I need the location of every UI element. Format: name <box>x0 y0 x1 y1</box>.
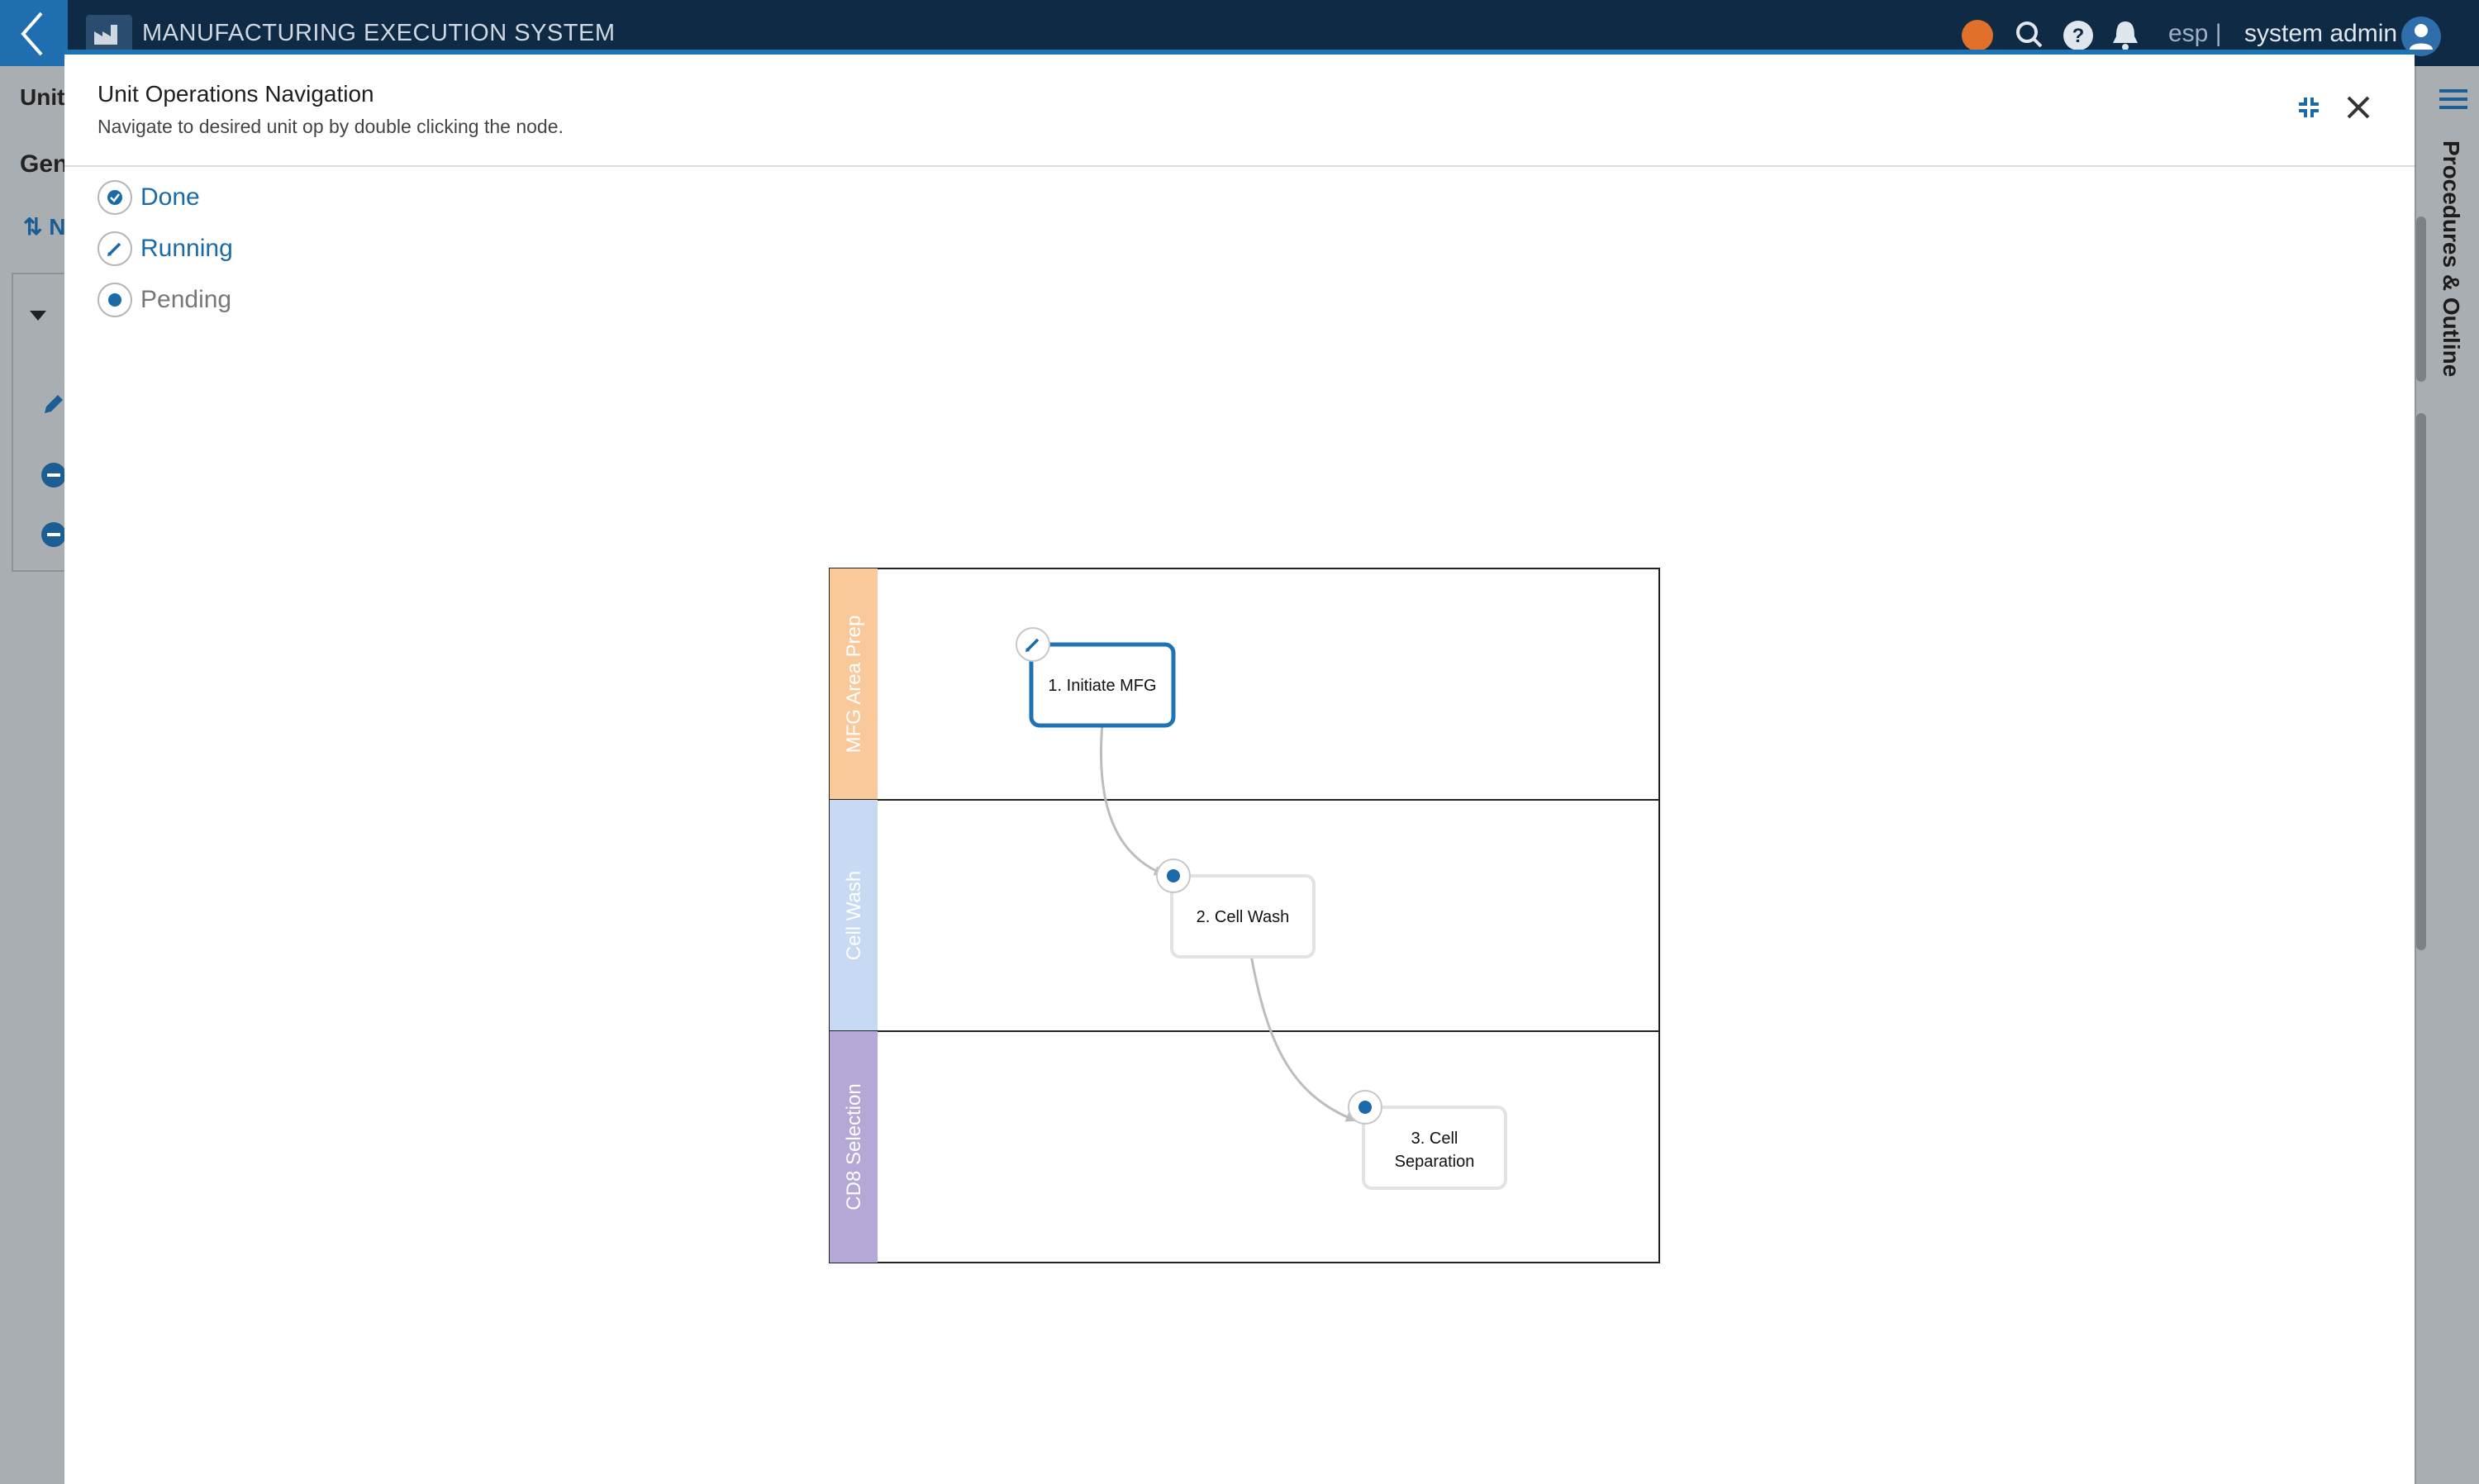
swimlane-mfg-area-prep: MFG Area Prep <box>829 568 1660 801</box>
node-label: 2. Cell Wash <box>1197 908 1290 926</box>
bell-icon[interactable] <box>2110 18 2140 53</box>
dialog-header: Unit Operations Navigation Navigate to d… <box>64 55 2415 167</box>
unit-operations-swimlane-diagram: MFG Area Prep Cell Wash CD8 Selection 1.… <box>829 568 1660 1263</box>
factory-icon <box>86 15 132 53</box>
back-button[interactable] <box>0 0 68 66</box>
svg-text:?: ? <box>2072 25 2085 47</box>
caret-down-icon[interactable] <box>30 311 46 321</box>
node-label: 3. Cell <box>1411 1130 1458 1148</box>
legend-running-marker <box>98 231 132 266</box>
background-heading: Gen <box>20 150 69 178</box>
chevron-left-icon <box>21 12 43 56</box>
remove-icon[interactable] <box>41 522 66 547</box>
tenant-label: esp | <box>2168 20 2222 47</box>
outline-menu-icon[interactable] <box>2439 88 2467 111</box>
legend-done-label: Done <box>140 183 200 211</box>
dialog-title: Unit Operations Navigation <box>98 81 374 107</box>
scrollbar-thumb[interactable] <box>2416 413 2426 950</box>
lane-label: CD8 Selection <box>843 1083 865 1210</box>
unit-op-node-initiate-mfg[interactable]: 1. Initiate MFG <box>1016 627 1176 728</box>
dialog-subtitle: Navigate to desired unit op by double cl… <box>98 116 564 137</box>
remove-icon[interactable] <box>41 463 66 488</box>
swimlane-cd8-selection: CD8 Selection <box>829 1030 1660 1263</box>
collapse-icon <box>2299 98 2319 117</box>
procedures-outline-tab[interactable]: Procedures & Outline <box>2438 140 2464 377</box>
status-indicator <box>1962 20 1993 51</box>
legend-running-label: Running <box>140 235 233 262</box>
user-name[interactable]: system admin <box>2244 20 2397 48</box>
sort-icon: ⇅ <box>23 214 43 240</box>
collapse-button[interactable] <box>2291 89 2327 126</box>
background-sort-button[interactable]: ⇅ N <box>23 213 65 240</box>
app-title: MANUFACTURING EXECUTION SYSTEM <box>142 20 616 46</box>
dot-icon <box>1167 869 1180 882</box>
scrollbar-thumb[interactable] <box>2416 216 2426 382</box>
dot-icon <box>1358 1101 1372 1114</box>
legend-pending-marker <box>98 283 132 317</box>
legend-pending-label: Pending <box>140 286 232 313</box>
lane-label: Cell Wash <box>843 871 865 960</box>
pencil-icon[interactable] <box>41 392 66 416</box>
background-tab[interactable]: Unit <box>20 84 64 111</box>
close-button[interactable] <box>2340 89 2377 126</box>
background-sort-label: N <box>49 214 66 240</box>
close-icon <box>2347 96 2370 119</box>
dot-icon <box>108 293 121 307</box>
help-icon[interactable]: ? <box>2061 18 2096 53</box>
node-label: Separation <box>1395 1153 1475 1171</box>
check-circle-icon <box>107 190 122 205</box>
node-label: 1. Initiate MFG <box>1048 677 1156 695</box>
search-icon[interactable] <box>2013 18 2046 51</box>
pencil-icon <box>107 242 121 256</box>
lane-label: MFG Area Prep <box>843 616 865 754</box>
legend-done-marker <box>98 180 132 215</box>
